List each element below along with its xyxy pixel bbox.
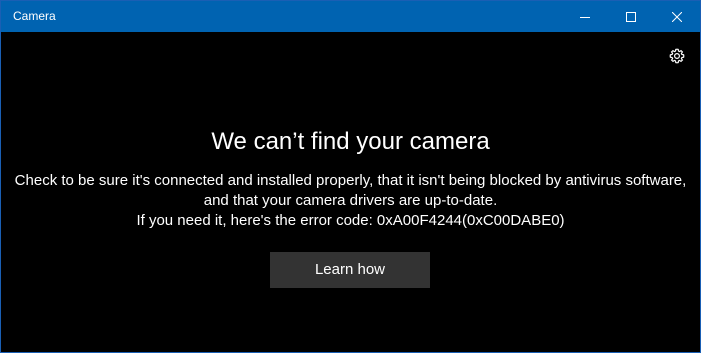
error-message-line: and that your camera drivers are up-to-d… xyxy=(203,192,498,209)
maximize-icon xyxy=(626,11,636,22)
error-heading: We can’t find your camera xyxy=(211,128,490,155)
title-bar[interactable]: Camera xyxy=(1,1,700,32)
minimize-button[interactable] xyxy=(562,1,608,32)
maximize-button[interactable] xyxy=(608,1,654,32)
error-panel: We can’t find your camera Check to be su… xyxy=(1,32,700,352)
minimize-icon xyxy=(580,12,590,22)
learn-how-button[interactable]: Learn how xyxy=(270,252,430,288)
camera-app-window: Camera We can’t find your camera Check t… xyxy=(0,0,701,353)
window-title: Camera xyxy=(13,9,56,23)
close-button[interactable] xyxy=(654,1,700,32)
error-code-line: If you need it, here's the error code: 0… xyxy=(136,212,565,229)
error-message: Check to be sure it's connected and inst… xyxy=(1,171,700,231)
close-icon xyxy=(672,11,682,22)
error-message-line: Check to be sure it's connected and inst… xyxy=(14,172,687,189)
